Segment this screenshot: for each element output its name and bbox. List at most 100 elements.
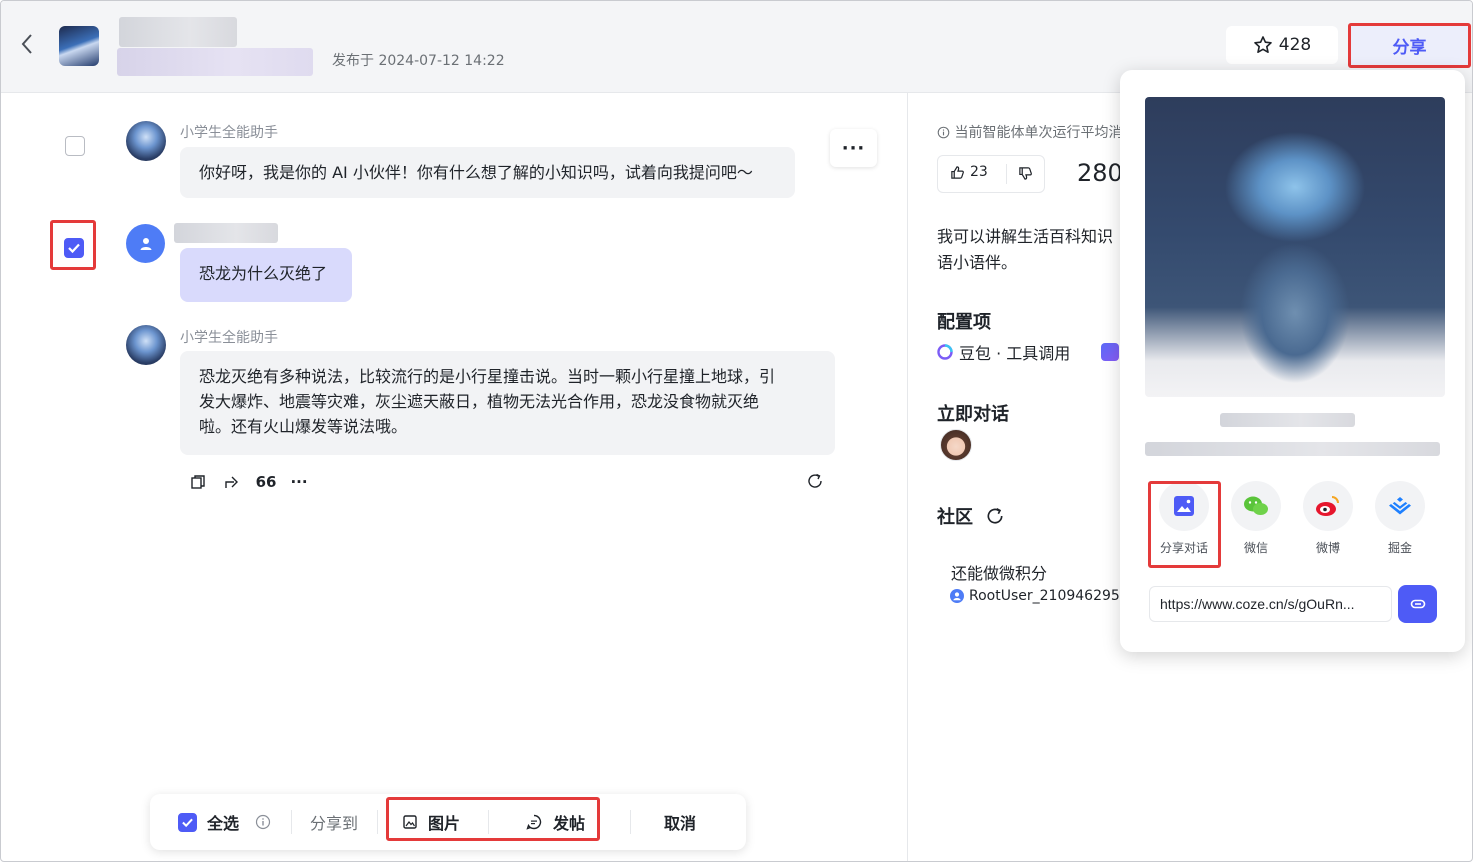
- bot-avatar-header: [59, 26, 99, 66]
- like-count: 23: [970, 164, 988, 180]
- post-title: 还能做微积分: [951, 564, 1048, 583]
- plugin-icon: [1101, 343, 1119, 361]
- share-link-field[interactable]: https://www.coze.cn/s/gOuRn...: [1149, 586, 1392, 622]
- image-icon: [1174, 496, 1194, 516]
- link-icon: [1410, 599, 1425, 609]
- share-popover: 分享对话 微信 微博 掘金: [1120, 70, 1465, 652]
- message-line: 啦。还有火山爆发等说法哦。: [199, 417, 408, 436]
- more-button[interactable]: ···: [830, 129, 877, 167]
- share-option-wechat[interactable]: 微信: [1231, 481, 1281, 556]
- bot-avatar: [126, 325, 166, 365]
- config-item[interactable]: 豆包 · 工具调用: [937, 340, 1070, 364]
- toolbar-separator: [630, 810, 631, 834]
- blurred-title: [119, 17, 237, 47]
- image-icon: [403, 815, 417, 829]
- community-post[interactable]: 还能做微积分 RootUser_2109462951: [937, 549, 1129, 621]
- star-icon: [1253, 36, 1272, 53]
- post-author: RootUser_2109462951: [950, 588, 1129, 604]
- select-all-toggle[interactable]: 全选: [178, 794, 271, 850]
- weibo-icon: [1316, 496, 1339, 516]
- info-icon: [937, 126, 950, 139]
- bot-avatar: [126, 121, 166, 161]
- panel-divider: [907, 93, 908, 861]
- doubao-logo-icon: [937, 344, 953, 360]
- share-option-label: 微信: [1243, 541, 1268, 555]
- sender-name: 小学生全能助手: [180, 330, 278, 346]
- share-image-label: 图片: [428, 814, 461, 833]
- user-icon: [140, 237, 151, 250]
- toolbar-separator: [488, 810, 489, 834]
- avg-cost-text: 当前智能体单次运行平均消: [954, 125, 1123, 141]
- copy-button[interactable]: [187, 471, 209, 493]
- sender-name: 小学生全能助手: [180, 125, 278, 141]
- selection-toolbar: 全选 分享到 图片 发帖 取消: [150, 794, 746, 850]
- refresh-icon[interactable]: [985, 506, 1005, 526]
- rating-box: 23: [937, 155, 1045, 193]
- forward-button[interactable]: [221, 471, 243, 493]
- cancel-button[interactable]: 取消: [664, 794, 696, 850]
- check-icon: [182, 818, 193, 827]
- message-line: 恐龙灭绝有多种说法，比较流行的是小行星撞击说。当时一颗小行星撞上地球，引: [199, 367, 776, 386]
- message-bubble-user: 恐龙为什么灭绝了: [180, 248, 352, 302]
- chevron-left-icon: [21, 34, 32, 54]
- post-author-name: RootUser_2109462951: [969, 588, 1129, 604]
- community-header: 社区: [937, 503, 1005, 529]
- share-button[interactable]: 分享: [1350, 25, 1469, 66]
- share-option-label: 分享对话: [1159, 541, 1208, 555]
- favorite-count: 428: [1278, 35, 1312, 55]
- toolbar-separator: [377, 810, 378, 834]
- thumbs-down-icon: [1019, 167, 1032, 180]
- share-preview-image: [1145, 97, 1445, 397]
- share-image-button[interactable]: 图片: [402, 794, 460, 850]
- copy-link-button[interactable]: [1398, 585, 1437, 623]
- message-bubble-bot: 恐龙灭绝有多种说法，比较流行的是小行星撞击说。当时一颗小行星撞上地球，引 发大爆…: [180, 351, 835, 455]
- select-all-label: 全选: [207, 814, 240, 833]
- regenerate-button[interactable]: [804, 470, 826, 492]
- share-option-chat[interactable]: 分享对话: [1159, 481, 1209, 556]
- chat-bubble-icon: [526, 814, 542, 830]
- message-checkbox-2[interactable]: [64, 238, 84, 258]
- wechat-icon: [1244, 496, 1268, 515]
- message-checkbox-1[interactable]: [65, 136, 85, 156]
- post-button[interactable]: 发帖: [525, 794, 585, 850]
- like-button[interactable]: 23: [950, 164, 988, 180]
- bot-description-line: 语小语伴。: [937, 253, 1018, 272]
- share-option-weibo[interactable]: 微博: [1303, 481, 1353, 556]
- copy-icon: [191, 475, 205, 489]
- favorite-button[interactable]: 428: [1226, 26, 1338, 64]
- back-button[interactable]: [15, 31, 39, 57]
- share-option-label: 掘金: [1387, 541, 1412, 555]
- info-icon: [255, 814, 271, 830]
- toolbar-separator: [291, 810, 292, 834]
- blurred-bot-name: [1220, 413, 1355, 427]
- refresh-icon: [808, 473, 822, 488]
- post-label: 发帖: [553, 814, 586, 833]
- share-to-label: 分享到: [310, 814, 359, 833]
- avg-cost-note: 当前智能体单次运行平均消: [937, 122, 1122, 142]
- bot-description-line: 我可以讲解生活百科知识: [937, 227, 1114, 246]
- blurred-bot-desc: [1145, 442, 1440, 456]
- community-title: 社区: [937, 507, 973, 528]
- message-more-button[interactable]: ···: [287, 471, 311, 493]
- chat-avatar[interactable]: [940, 429, 972, 461]
- chat-now-title: 立即对话: [937, 404, 1009, 425]
- rating-separator: [1006, 164, 1007, 184]
- dislike-button[interactable]: [1018, 166, 1033, 185]
- juejin-icon: [1389, 497, 1411, 515]
- select-all-checkbox[interactable]: [178, 812, 197, 832]
- quote-button[interactable]: 66: [254, 471, 278, 493]
- publish-time: 发布于 2024-07-12 14:22: [332, 53, 505, 69]
- message-line: 发大爆炸、地震等灾难，灰尘遮天蔽日，植物无法光合作用，恐龙没食物就灭绝: [199, 392, 760, 411]
- user-avatar: [126, 224, 165, 263]
- user-icon: [950, 589, 964, 603]
- share-option-juejin[interactable]: 掘金: [1375, 481, 1425, 556]
- blurred-subtitle: [117, 48, 313, 76]
- blurred-username: [174, 223, 278, 243]
- config-item-label: 豆包 · 工具调用: [959, 344, 1071, 363]
- thumbs-up-icon: [951, 165, 964, 179]
- config-title: 配置项: [937, 312, 991, 333]
- share-option-label: 微博: [1315, 541, 1340, 555]
- message-bubble-bot: 你好呀，我是你的 AI 小伙伴！你有什么想了解的小知识吗，试着向我提问吧～: [180, 147, 795, 198]
- share-arrow-icon: [225, 476, 238, 488]
- check-icon: [68, 243, 80, 254]
